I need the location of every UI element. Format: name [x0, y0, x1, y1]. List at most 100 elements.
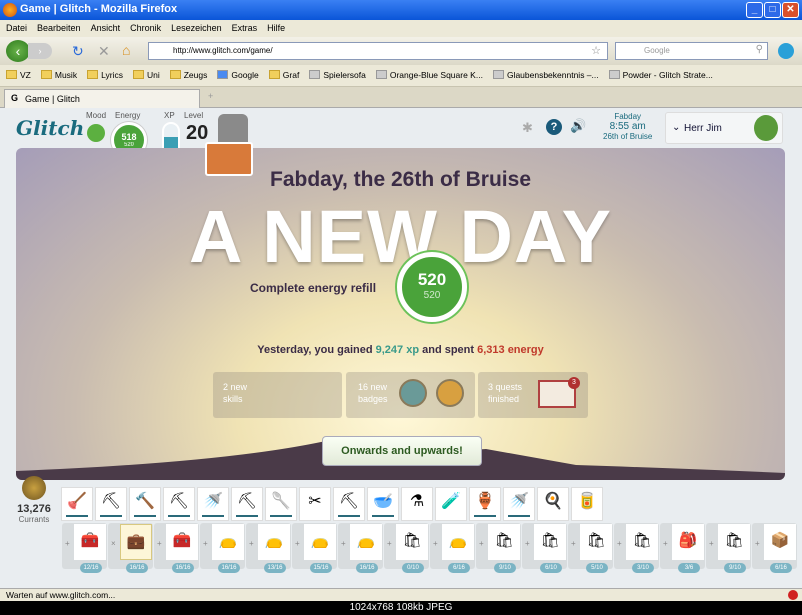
bag-slot[interactable]: + 🛍 3/10	[614, 523, 659, 573]
tool-slot[interactable]: 🍳	[537, 487, 569, 521]
reload-button[interactable]: ↻	[72, 43, 84, 60]
expand-icon[interactable]: +	[249, 539, 254, 548]
skype-icon[interactable]	[778, 43, 794, 59]
close-icon[interactable]: ×	[111, 539, 116, 548]
bookmark-item[interactable]: Powder - Glitch Strate...	[608, 70, 713, 81]
bookmark-item[interactable]: Orange-Blue Square K...	[375, 70, 483, 81]
bookmark-item[interactable]: Google	[217, 70, 259, 81]
tool-slot[interactable]: 🔨	[129, 487, 161, 521]
bag-slot[interactable]: + 🛍 6/10	[522, 523, 567, 573]
bookmark-item[interactable]: Uni	[132, 70, 160, 81]
status-bar: Warten auf www.glitch.com...	[0, 588, 802, 601]
expand-icon[interactable]: +	[295, 539, 300, 548]
mood-face-icon[interactable]	[87, 124, 105, 142]
level-value: 20	[186, 122, 209, 144]
tool-slot[interactable]: ⛏	[163, 487, 195, 521]
help-icon[interactable]: ?	[546, 119, 562, 135]
book-icon	[205, 142, 253, 176]
tool-slot[interactable]: 🥫	[571, 487, 603, 521]
url-input[interactable]: http://www.glitch.com/game/ ☆	[148, 42, 608, 60]
url-text: http://www.glitch.com/game/	[173, 46, 273, 55]
tool-slot[interactable]: 🥣	[367, 487, 399, 521]
search-icon[interactable]: ⚲	[756, 44, 763, 55]
stop-button[interactable]: ✕	[98, 43, 110, 60]
bag-slot[interactable]: + 🛍 0/10	[384, 523, 429, 573]
bag-slot[interactable]: + 👝 16/16	[338, 523, 383, 573]
back-button[interactable]: ‹	[6, 40, 30, 62]
tool-slot[interactable]: 🧪	[435, 487, 467, 521]
tab-game-glitch[interactable]: G Game | Glitch	[4, 89, 200, 108]
menu-item-extras[interactable]: Extras	[232, 23, 258, 34]
menu-item-hilfe[interactable]: Hilfe	[267, 23, 285, 34]
new-tab-button[interactable]: +	[208, 91, 213, 101]
bag-slot[interactable]: + 🛍 5/10	[568, 523, 613, 573]
expand-icon[interactable]: +	[571, 539, 576, 548]
bag-capacity: 3/6	[678, 563, 700, 573]
bookmark-item[interactable]: Graf	[268, 70, 299, 81]
expand-icon[interactable]: +	[65, 539, 70, 548]
bag-slot[interactable]: + 👝 16/16	[200, 523, 245, 573]
player-menu[interactable]: ⌄ Herr Jim	[665, 112, 783, 144]
bookmark-item[interactable]: Musik	[40, 70, 77, 81]
adblock-icon[interactable]	[788, 590, 798, 600]
expand-icon[interactable]: +	[157, 539, 162, 548]
tool-slot[interactable]: 🏺	[469, 487, 501, 521]
bag-slot[interactable]: + 🧰 16/16	[154, 523, 199, 573]
tool-slot[interactable]: 🚿	[503, 487, 535, 521]
menu-item-ansicht[interactable]: Ansicht	[91, 23, 121, 34]
maximize-button[interactable]: □	[764, 2, 781, 18]
tool-slot[interactable]: ⛏	[333, 487, 365, 521]
bookmark-item[interactable]: Zeugs	[169, 70, 207, 81]
expand-icon[interactable]: +	[433, 539, 438, 548]
bag-slot[interactable]: + 🧰 12/16	[62, 523, 107, 573]
expand-icon[interactable]: +	[663, 539, 668, 548]
bookmark-item[interactable]: VZ	[6, 70, 31, 81]
close-button[interactable]: ✕	[782, 2, 799, 18]
forward-button[interactable]: ›	[28, 43, 52, 59]
sound-icon[interactable]: 🔊	[570, 118, 586, 134]
expand-icon[interactable]: +	[203, 539, 208, 548]
bag-slot[interactable]: + 👝 13/16	[246, 523, 291, 573]
bag-capacity: 16/16	[172, 563, 194, 573]
bag-slot[interactable]: + 🛍 9/10	[476, 523, 521, 573]
menu-item-datei[interactable]: Datei	[6, 23, 27, 34]
bag-slot[interactable]: + 🎒 3/6	[660, 523, 705, 573]
expand-icon[interactable]: +	[525, 539, 530, 548]
bag-slot[interactable]: + 👝 15/16	[292, 523, 337, 573]
bookmark-item[interactable]: Spielersofa	[309, 70, 366, 81]
tool-slot[interactable]: 🥄	[265, 487, 297, 521]
search-input[interactable]: Google ⚲	[615, 42, 768, 60]
tool-slot[interactable]: 🪠	[61, 487, 93, 521]
bookmark-item[interactable]: Glaubensbekenntnis –...	[492, 70, 599, 81]
minimize-button[interactable]: _	[746, 2, 763, 18]
expand-icon[interactable]: +	[479, 539, 484, 548]
expand-icon[interactable]: +	[617, 539, 622, 548]
bug-icon[interactable]: ✱	[522, 120, 533, 136]
tool-bar: 🪠 ⛏ 🔨 ⛏ 🚿 ⛏ 🥄 ✂ ⛏ 🥣 ⚗ 🧪 🏺 🚿 🍳 🥫	[61, 487, 603, 521]
menu-item-lesezeichen[interactable]: Lesezeichen	[171, 23, 222, 34]
tool-slot[interactable]: ⛏	[95, 487, 127, 521]
tool-slot[interactable]: 🚿	[197, 487, 229, 521]
tool-slot[interactable]: ⚗	[401, 487, 433, 521]
bag-slot[interactable]: + 🛍 9/10	[706, 523, 751, 573]
tool-wear-bar	[168, 515, 190, 517]
tool-slot[interactable]: ⛏	[231, 487, 263, 521]
expand-icon[interactable]: +	[387, 539, 392, 548]
tool-icon: ⚗	[409, 493, 425, 510]
bag-slot[interactable]: + 👝 6/16	[430, 523, 475, 573]
onwards-button[interactable]: Onwards and upwards!	[322, 436, 482, 466]
tool-slot[interactable]: ✂	[299, 487, 331, 521]
home-button[interactable]: ⌂	[122, 42, 130, 58]
tool-wear-bar	[338, 515, 360, 517]
menu-item-bearbeiten[interactable]: Bearbeiten	[37, 23, 81, 34]
bookmark-star-icon[interactable]: ☆	[591, 44, 601, 57]
bag-slot[interactable]: × 💼 16/16	[108, 523, 153, 573]
bookmark-item[interactable]: Lyrics	[87, 70, 123, 81]
tool-wear-bar	[372, 515, 394, 517]
menu-item-chronik[interactable]: Chronik	[130, 23, 161, 34]
expand-icon[interactable]: +	[755, 539, 760, 548]
bag-slot[interactable]: + 📦 6/16	[752, 523, 797, 573]
expand-icon[interactable]: +	[709, 539, 714, 548]
expand-icon[interactable]: +	[341, 539, 346, 548]
yesterday-summary: Yesterday, you gained 9,247 xp and spent…	[16, 344, 785, 356]
